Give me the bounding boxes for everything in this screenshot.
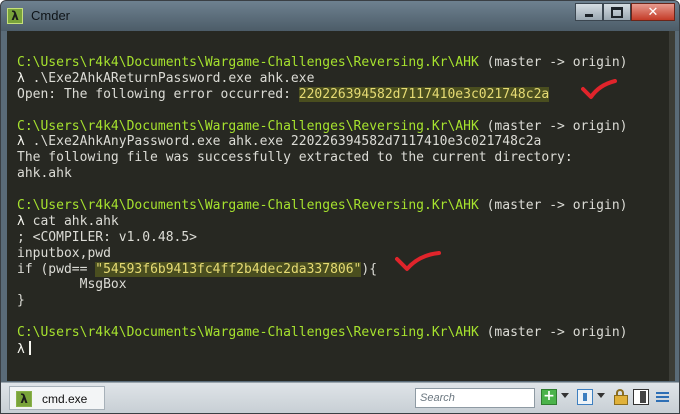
output-text: MsgBox	[17, 277, 127, 293]
console-line: ahk.ahk	[17, 166, 628, 182]
red-check-annotation-2	[395, 251, 441, 271]
console-line: inputbox,pwd	[17, 246, 628, 262]
cmder-lambda-icon: λ	[7, 8, 23, 24]
close-button[interactable]: ✕	[631, 3, 675, 21]
console-line: if (pwd== "54593f6b9413fc4ff2b4dec2da337…	[17, 261, 628, 278]
window-controls: ✕	[575, 3, 675, 21]
output-text: }	[17, 293, 25, 309]
prompt-path: C:\Users\r4k4\Documents\Wargame-Challeng…	[17, 198, 479, 214]
console-line: C:\Users\r4k4\Documents\Wargame-Challeng…	[17, 119, 628, 135]
prompt-path: C:\Users\r4k4\Documents\Wargame-Challeng…	[17, 55, 479, 70]
split-icon[interactable]	[633, 389, 649, 405]
command-text: .\Exe2AhkAnyPassword.exe ahk.exe 2202263…	[24, 134, 542, 150]
prompt-lambda: λ	[17, 213, 25, 229]
git-branch-label: (master -> origin)	[478, 55, 628, 70]
console-line: λ .\Exe2AhkAnyPassword.exe ahk.exe 22022…	[17, 134, 628, 150]
red-check-annotation-1	[581, 79, 617, 99]
console-line: C:\Users\r4k4\Documents\Wargame-Challeng…	[17, 325, 628, 341]
console-line: C:\Users\r4k4\Documents\Wargame-Challeng…	[17, 55, 628, 71]
git-branch-label: (master -> origin)	[478, 118, 628, 134]
title-bar[interactable]: λ Cmder ✕	[1, 1, 679, 31]
command-text: .\Exe2AhkAReturnPassword.exe ahk.exe	[24, 70, 315, 86]
output-text: ){	[361, 261, 378, 277]
prompt-lambda: λ	[17, 134, 25, 150]
console-line: λ	[17, 341, 628, 357]
output-text: ; <COMPILER: v1.0.48.5>	[17, 229, 198, 245]
console-line: λ .\Exe2AhkAReturnPassword.exe ahk.exe	[17, 71, 628, 87]
password-hash-string: "54593f6b9413fc4ff2b4dec2da337806"	[95, 261, 362, 277]
console-lines: C:\Users\r4k4\Documents\Wargame-Challeng…	[17, 55, 628, 357]
console-line: Open: The following error occurred: 2202…	[17, 86, 628, 103]
cmd-lambda-icon: λ	[16, 391, 32, 407]
minimize-button[interactable]	[575, 3, 603, 21]
output-text: if (pwd==	[17, 261, 96, 277]
dropdown-icon[interactable]	[597, 393, 605, 398]
tab-bar: λ cmd.exe Search +	[1, 382, 679, 413]
output-text: ahk.ahk	[17, 166, 72, 182]
dropdown-icon[interactable]	[561, 393, 569, 398]
git-branch-label: (master -> origin)	[478, 325, 628, 341]
text-cursor	[28, 341, 31, 356]
new-console-icon[interactable]: +	[541, 389, 557, 405]
output-text: Open: The following error occurred:	[17, 86, 299, 102]
console-line: ; <COMPILER: v1.0.48.5>	[17, 230, 628, 246]
output-text: inputbox,pwd	[17, 245, 111, 261]
console-line: }	[17, 293, 628, 309]
prompt-path: C:\Users\r4k4\Documents\Wargame-Challeng…	[17, 325, 479, 341]
search-input[interactable]: Search	[415, 388, 535, 408]
console-line: λ cat ahk.ahk	[17, 214, 628, 230]
tab-cmd-exe[interactable]: λ cmd.exe	[9, 386, 105, 410]
command-text: cat ahk.ahk	[24, 213, 119, 229]
maximize-button[interactable]	[603, 3, 631, 21]
console-line: MsgBox	[17, 277, 628, 293]
console-scrollbar[interactable]	[669, 31, 675, 381]
console-line: C:\Users\r4k4\Documents\Wargame-Challeng…	[17, 198, 628, 214]
window-title: Cmder	[31, 8, 71, 23]
minimize-icon	[585, 13, 593, 17]
menu-icon[interactable]	[655, 389, 671, 405]
cmder-window: λ Cmder ✕ C:\Users\r4k4\Documents\Wargam…	[0, 0, 680, 414]
lock-icon[interactable]	[613, 389, 629, 405]
prompt-path: C:\Users\r4k4\Documents\Wargame-Challeng…	[17, 118, 479, 134]
prompt-lambda: λ	[17, 342, 25, 358]
console-list-icon[interactable]	[577, 389, 593, 405]
git-branch-label: (master -> origin)	[478, 198, 628, 214]
console-output[interactable]: C:\Users\r4k4\Documents\Wargame-Challeng…	[7, 31, 669, 381]
output-text: The following file was successfully extr…	[17, 150, 573, 166]
maximize-icon	[611, 6, 623, 18]
prompt-lambda: λ	[17, 70, 25, 86]
tab-label: cmd.exe	[42, 392, 88, 406]
highlighted-hash: 220226394582d7117410e3c021748c2a	[298, 86, 550, 102]
console-line: The following file was successfully extr…	[17, 150, 628, 166]
close-icon: ✕	[647, 4, 659, 20]
